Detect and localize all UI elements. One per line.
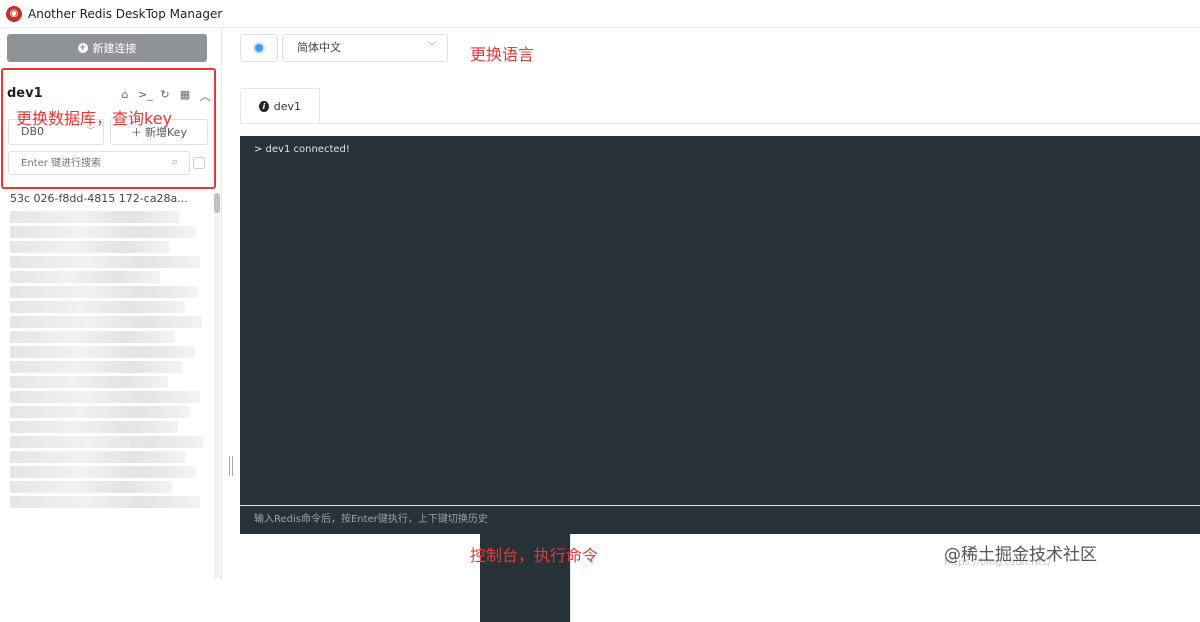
language-select-value: 简体中文: [297, 41, 341, 54]
console-output: > dev1 connected!: [254, 144, 350, 155]
tab-info[interactable]: i dev1: [240, 88, 320, 124]
blurred-key[interactable]: [10, 346, 195, 358]
blurred-key[interactable]: [10, 391, 200, 403]
blurred-key[interactable]: [10, 331, 175, 343]
annotation-console: 控制台，执行命令: [470, 546, 599, 565]
tab-bar: i dev1 >_ dev1 ×: [240, 88, 571, 622]
title-bar: ◉ Another Redis DeskTop Manager: [0, 0, 1200, 28]
list-item[interactable]: 53c 026-f8dd-4815 172-ca28a...: [0, 190, 212, 208]
blurred-key[interactable]: [10, 316, 202, 328]
annotation-sidebar: 更换数据库，查询key: [16, 109, 173, 128]
scrollbar-thumb[interactable]: [214, 193, 220, 213]
info-icon: i: [259, 101, 269, 112]
sidebar-resize-handle[interactable]: [229, 456, 233, 476]
new-connection-button[interactable]: + 新建连接: [7, 34, 207, 62]
blurred-key[interactable]: [10, 496, 200, 508]
annotation-language: 更换语言: [470, 45, 535, 64]
key-list: 53c 026-f8dd-4815 172-ca28a...: [0, 190, 212, 580]
blurred-key[interactable]: [10, 286, 198, 298]
key-list-scrollbar[interactable]: [214, 193, 220, 578]
blurred-key[interactable]: [10, 241, 170, 253]
new-connection-label: 新建连接: [92, 42, 137, 55]
redis-logo-icon: ◉: [6, 5, 22, 22]
blurred-key[interactable]: [10, 211, 180, 223]
blurred-key[interactable]: [10, 271, 160, 283]
blurred-key[interactable]: [10, 436, 204, 448]
tab-divider: [240, 123, 1200, 124]
console-input[interactable]: 输入Redis命令后，按Enter键执行，上下键切换历史: [240, 505, 1200, 534]
blurred-key[interactable]: [10, 226, 196, 238]
blurred-key[interactable]: [10, 421, 178, 433]
theme-toggle-button[interactable]: [240, 34, 278, 62]
watermark: @稀土掘金技术社区: [944, 545, 1097, 565]
theme-dot-icon: [255, 44, 263, 52]
blurred-key[interactable]: [10, 301, 185, 313]
blurred-key[interactable]: [10, 361, 182, 373]
blurred-key[interactable]: [10, 451, 186, 463]
chevron-down-icon: ﹀: [427, 42, 437, 53]
blurred-key[interactable]: [10, 481, 172, 493]
plus-circle-icon: +: [77, 43, 88, 53]
console-panel: > dev1 connected! 输入Redis命令后，按Enter键执行，上…: [240, 136, 1200, 534]
sidebar: + 新建连接 dev1 ⌂ >_ ↻ ▦ ︿ DB0 ﹀ ＋ 新增Key ⌕ 更…: [0, 28, 222, 580]
blurred-key[interactable]: [10, 376, 168, 388]
blurred-key[interactable]: [10, 256, 200, 268]
blurred-key[interactable]: [10, 466, 196, 478]
tab-label: dev1: [273, 100, 301, 113]
language-select[interactable]: 简体中文 ﹀: [282, 34, 448, 62]
blurred-key[interactable]: [10, 406, 190, 418]
window-title: Another Redis DeskTop Manager: [28, 6, 223, 21]
